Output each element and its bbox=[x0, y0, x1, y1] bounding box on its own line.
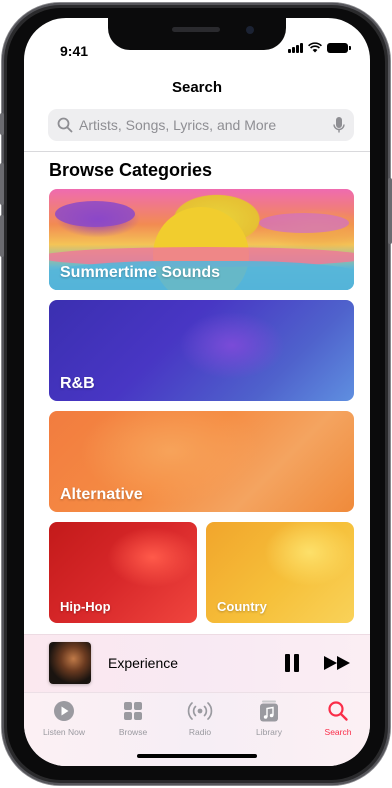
category-card-summertime-sounds[interactable]: Summertime Sounds bbox=[49, 189, 354, 290]
category-label: Summertime Sounds bbox=[60, 264, 221, 281]
status-icons bbox=[288, 42, 351, 53]
status-time: 9:41 bbox=[60, 43, 89, 59]
grid-icon bbox=[124, 702, 142, 720]
tab-search[interactable]: Search bbox=[307, 699, 369, 737]
volume-up-button bbox=[0, 163, 4, 205]
card-art-cloud bbox=[259, 213, 349, 233]
pause-button[interactable] bbox=[283, 654, 301, 672]
search-input[interactable] bbox=[79, 109, 332, 141]
section-title: Browse Categories bbox=[49, 160, 213, 180]
tab-library[interactable]: Library bbox=[238, 699, 300, 737]
music-note-icon bbox=[260, 700, 278, 722]
speaker bbox=[172, 27, 220, 32]
radio-waves-icon bbox=[187, 702, 213, 720]
category-card-alternative[interactable]: Alternative bbox=[49, 411, 354, 512]
category-label: Country bbox=[217, 599, 267, 614]
category-card-rnb[interactable]: R&B bbox=[49, 300, 354, 401]
category-label: Alternative bbox=[60, 486, 143, 503]
play-circle-icon bbox=[54, 701, 74, 721]
search-bar[interactable] bbox=[48, 109, 354, 141]
wifi-icon bbox=[308, 42, 322, 53]
tab-label: Radio bbox=[188, 727, 212, 737]
tab-label: Library bbox=[256, 727, 282, 737]
card-art-cloud bbox=[55, 201, 135, 227]
battery-icon bbox=[327, 42, 351, 53]
search-icon bbox=[328, 701, 348, 721]
skip-forward-icon[interactable] bbox=[323, 655, 353, 671]
microphone-icon[interactable] bbox=[332, 116, 346, 134]
power-button bbox=[388, 178, 392, 244]
header-divider bbox=[24, 151, 370, 152]
mini-player[interactable]: Experience bbox=[24, 634, 370, 692]
now-playing-title: Experience bbox=[108, 655, 179, 671]
silent-switch bbox=[0, 113, 4, 135]
search-icon bbox=[57, 117, 73, 133]
pause-bar bbox=[285, 654, 290, 672]
tab-browse[interactable]: Browse bbox=[102, 699, 164, 737]
volume-down-button bbox=[0, 215, 4, 257]
front-camera bbox=[246, 26, 254, 34]
tab-label: Browse bbox=[118, 727, 148, 737]
tab-listen-now[interactable]: Listen Now bbox=[33, 699, 95, 737]
screen: 9:41 Search Browse Categories bbox=[24, 18, 370, 766]
pause-bar bbox=[294, 654, 299, 672]
tab-label: Search bbox=[324, 727, 352, 737]
page-title: Search bbox=[171, 79, 223, 96]
category-card-hip-hop[interactable]: Hip-Hop bbox=[49, 522, 197, 623]
tab-radio[interactable]: Radio bbox=[169, 699, 231, 737]
category-label: Hip-Hop bbox=[60, 599, 111, 614]
album-artwork[interactable] bbox=[49, 642, 91, 684]
home-indicator bbox=[137, 754, 257, 758]
tab-label: Listen Now bbox=[42, 727, 86, 737]
category-label: R&B bbox=[60, 375, 95, 392]
cellular-signal-icon bbox=[288, 42, 303, 53]
category-card-country[interactable]: Country bbox=[206, 522, 354, 623]
notch bbox=[108, 18, 286, 50]
